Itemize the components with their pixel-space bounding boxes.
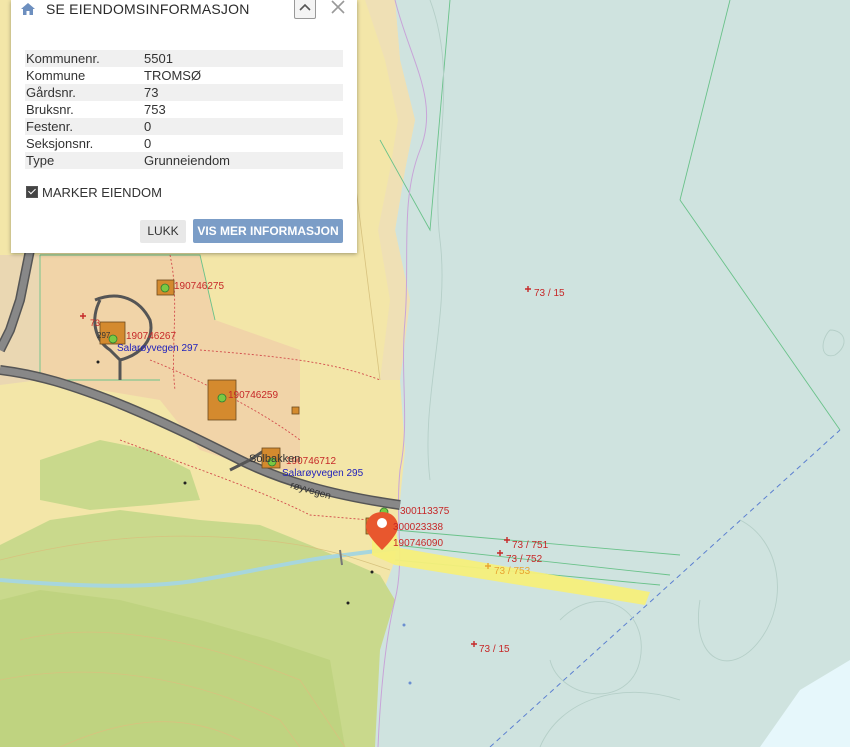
parcel-label: 73 / 15 [534, 288, 565, 299]
property-row: Bruksnr. 753 [25, 101, 343, 118]
property-key: Type [25, 152, 143, 169]
parcel-label-selected: 73 / 753 [494, 566, 531, 577]
property-value: 5501 [143, 50, 343, 67]
property-key: Seksjonsnr. [26, 136, 94, 151]
property-value: 0 [143, 118, 343, 135]
close-button[interactable]: LUKK [140, 220, 186, 243]
address-label: Salarøyvegen 297 [117, 343, 199, 354]
collapse-button[interactable] [294, 0, 316, 19]
property-value: 753 [144, 102, 166, 117]
property-value: 73 [143, 84, 343, 101]
property-key: Gårdsnr. [25, 84, 143, 101]
parcel-label: 73 / 752 [506, 554, 543, 565]
checkbox-checked-icon[interactable] [26, 186, 38, 198]
building-id: 300113375 [400, 506, 450, 517]
property-row: Kommunenr. 5501 [25, 50, 343, 67]
checkbox-label: MARKER EIENDOM [42, 185, 162, 200]
property-row: Kommune TROMSØ [25, 67, 343, 84]
show-more-info-button[interactable]: VIS MER INFORMASJON [193, 219, 343, 243]
property-key: Bruksnr. [26, 102, 74, 117]
property-key: Festenr. [25, 118, 143, 135]
address-label: Salarøyvegen 295 [282, 468, 364, 479]
property-value: TROMSØ [144, 68, 202, 83]
home-icon[interactable] [20, 1, 36, 17]
house-number-label: 297 [97, 331, 111, 340]
place-name: Solbakken [249, 453, 301, 465]
panel-header: SE EIENDOMSINFORMASJON [11, 0, 357, 22]
building-id: 190746259 [228, 390, 279, 401]
parcel-label: 73 / 751 [512, 540, 549, 551]
close-icon[interactable] [329, 0, 347, 16]
building-id: 190746090 [393, 538, 444, 549]
property-row: Gårdsnr. 73 [25, 84, 343, 101]
chevron-up-icon [299, 3, 311, 11]
mark-property-checkbox[interactable]: MARKER EIENDOM [26, 185, 162, 200]
parcel-number-label: 73 [90, 318, 101, 328]
building-id: 190746275 [174, 281, 225, 292]
property-details-table: Kommunenr. 5501 Kommune TROMSØ Gårdsnr. 73 Bru… [25, 50, 343, 169]
building-id: 300023338 [393, 522, 444, 533]
property-value: Grunneiendom [143, 152, 343, 169]
property-row: Festenr. 0 [25, 118, 343, 135]
panel-title: SE EIENDOMSINFORMASJON [46, 1, 250, 17]
building-id: 190746267 [126, 331, 177, 342]
property-info-panel: SE EIENDOMSINFORMASJON Kommunenr. 5501 Kom… [11, 0, 357, 253]
parcel-label: 73 / 15 [479, 644, 510, 655]
property-key: Kommune [26, 68, 86, 83]
property-row: Type Grunneiendom [25, 152, 343, 169]
property-row: Seksjonsnr. 0 [25, 135, 343, 152]
settlement-area-west [0, 255, 40, 385]
property-value: 0 [144, 136, 152, 151]
property-key: Kommunenr. [25, 50, 143, 67]
